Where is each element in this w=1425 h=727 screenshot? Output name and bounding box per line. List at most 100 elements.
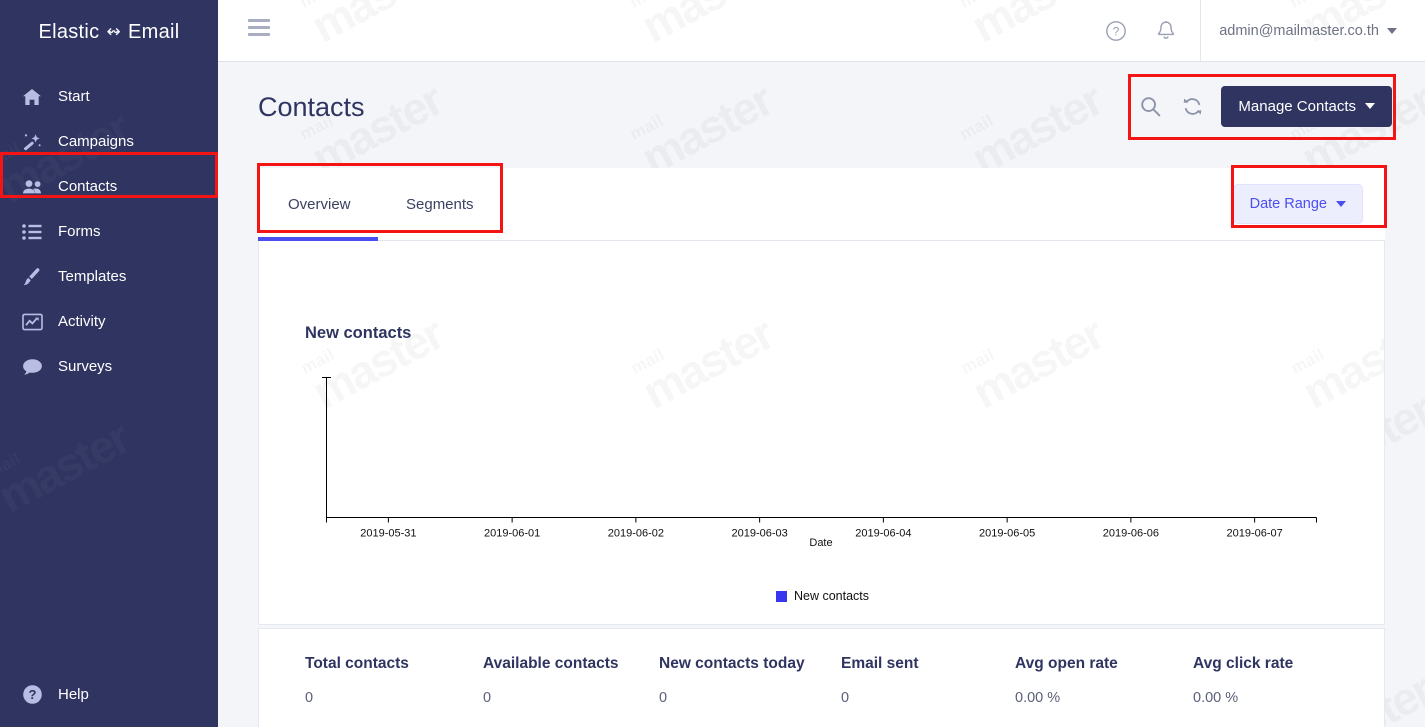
tab-label: Overview	[288, 195, 351, 213]
stat-value: 0	[305, 690, 314, 706]
stats-card: Total contacts 0 Available contacts 0 Ne…	[258, 628, 1385, 727]
speech-bubble-icon	[22, 356, 52, 378]
page-actions: Manage Contacts	[1129, 85, 1392, 127]
sidebar-item-label: Help	[58, 686, 89, 703]
watermark: mailmaster	[297, 0, 447, 48]
new-contacts-chart: 2019-05-31 2019-06-01 2019-06-02 2019-06-03…	[322, 377, 1317, 549]
sidebar-item-surveys[interactable]: Surveys	[0, 344, 218, 389]
stat-value: 0	[659, 690, 668, 706]
chevron-down-icon	[1365, 103, 1375, 109]
sidebar-item-label: Contacts	[58, 178, 118, 195]
chevron-down-icon	[1336, 201, 1346, 207]
date-range-button[interactable]: Date Range	[1232, 184, 1363, 224]
x-axis-tick-label: 2019-06-05	[979, 528, 1035, 540]
x-axis-tick-label: 2019-06-03	[731, 528, 787, 540]
page-content: mailmaster mailmaster mailmaster mailmas…	[218, 62, 1425, 727]
sidebar-item-label: Activity	[58, 313, 106, 330]
magic-wand-icon	[22, 131, 52, 153]
stat-available-contacts: Available contacts 0	[483, 629, 659, 706]
stat-total-contacts: Total contacts 0	[305, 629, 483, 706]
tab-list: Overview Segments	[258, 168, 1385, 240]
home-icon	[22, 86, 52, 108]
brand-word-2: Email	[128, 20, 180, 43]
topbar-divider	[1200, 0, 1202, 61]
tab-bar: Overview Segments Date Range	[258, 168, 1385, 241]
chart-legend: New contacts	[259, 589, 1384, 603]
watermark: mailmaster	[627, 63, 777, 180]
stat-label: Available contacts	[483, 655, 619, 672]
brush-icon	[22, 266, 52, 288]
sidebar-item-label: Forms	[58, 223, 101, 240]
x-axis-tick-label: 2019-06-06	[1103, 528, 1159, 540]
legend-label: New contacts	[793, 589, 870, 603]
tab-label: Segments	[406, 195, 474, 213]
stat-avg-click-rate: Avg click rate 0.00 %	[1193, 629, 1353, 706]
stat-label: New contacts today	[659, 655, 805, 672]
sidebar-item-templates[interactable]: Templates	[0, 254, 218, 299]
stat-value: 0.00 %	[1015, 690, 1061, 706]
user-email-label: admin@mailmaster.co.th	[1219, 23, 1379, 39]
legend-swatch	[775, 590, 787, 602]
chart-card: mailmaster mailmaster mailmaster mailmas…	[258, 241, 1385, 625]
tab-segments[interactable]: Segments	[406, 168, 474, 240]
people-icon	[22, 176, 52, 198]
sidebar-item-help[interactable]: ? Help	[0, 684, 218, 705]
stat-value: 0.00 %	[1193, 690, 1239, 706]
brand-word-1: Elastic	[38, 20, 100, 43]
refresh-icon[interactable]	[1171, 85, 1213, 127]
sidebar: mailmaster mailmaster Elastic ↭ Email St…	[0, 0, 218, 727]
stat-label: Avg click rate	[1193, 655, 1294, 672]
list-icon	[22, 221, 52, 243]
watermark: mailmaster	[957, 63, 1107, 180]
watermark: mailmaster	[627, 0, 777, 48]
user-menu[interactable]: admin@mailmaster.co.th	[1219, 23, 1425, 39]
sidebar-item-activity[interactable]: Activity	[0, 299, 218, 344]
sidebar-nav: Start Campaigns Contacts Forms Templates…	[0, 74, 218, 389]
chart-line-icon	[22, 311, 52, 333]
sidebar-item-label: Surveys	[58, 358, 113, 375]
topbar: mailmaster mailmaster mailmaster mailmas…	[218, 0, 1425, 62]
chevron-down-icon	[1387, 28, 1397, 34]
x-axis-tick-label: 2019-06-01	[484, 528, 540, 540]
page-title: Contacts	[258, 92, 365, 122]
question-circle-icon[interactable]: ?	[1096, 11, 1136, 51]
sidebar-item-label: Templates	[58, 268, 127, 285]
stat-label: Avg open rate	[1015, 655, 1118, 672]
manage-contacts-label: Manage Contacts	[1238, 97, 1356, 115]
x-axis-ticks	[387, 517, 1256, 523]
stat-label: Email sent	[841, 655, 919, 672]
stat-value: 0	[483, 690, 492, 706]
x-axis-tick-label: 2019-06-07	[1226, 528, 1282, 540]
bell-icon[interactable]	[1146, 11, 1186, 51]
stat-avg-open-rate: Avg open rate 0.00 %	[1015, 629, 1193, 706]
sidebar-item-label: Start	[58, 88, 90, 105]
x-axis-title: Date	[809, 537, 832, 549]
sidebar-item-contacts[interactable]: Contacts	[0, 164, 218, 209]
sidebar-item-campaigns[interactable]: Campaigns	[0, 119, 218, 164]
stat-label: Total contacts	[305, 655, 409, 672]
brand-logo: Elastic ↭ Email	[0, 0, 218, 64]
link-glyph-icon: ↭	[106, 22, 122, 41]
stat-value: 0	[841, 690, 850, 706]
manage-contacts-button[interactable]: Manage Contacts	[1221, 85, 1392, 127]
x-axis-tick-label: 2019-06-02	[608, 528, 664, 540]
sidebar-item-label: Campaigns	[58, 133, 134, 150]
question-circle-icon: ?	[22, 684, 52, 705]
date-range-wrap: Date Range	[1232, 184, 1363, 224]
app-root: mailmaster mailmaster Elastic ↭ Email St…	[0, 0, 1425, 727]
svg-text:?: ?	[1113, 25, 1120, 39]
stat-new-contacts-today: New contacts today 0	[659, 629, 841, 706]
sidebar-item-start[interactable]: Start	[0, 74, 218, 119]
stat-email-sent: Email sent 0	[841, 629, 1015, 706]
topbar-right-group: ? admin@mailmaster.co.th	[1096, 0, 1425, 61]
svg-text:?: ?	[29, 687, 37, 702]
x-axis-tick-label: 2019-06-04	[855, 528, 911, 540]
sidebar-item-forms[interactable]: Forms	[0, 209, 218, 254]
search-icon[interactable]	[1129, 85, 1171, 127]
hamburger-icon[interactable]	[248, 19, 270, 36]
watermark: mailmaster	[957, 0, 1107, 48]
date-range-label: Date Range	[1249, 196, 1327, 212]
x-axis-tick-label: 2019-05-31	[360, 528, 416, 540]
tab-overview[interactable]: Overview	[288, 168, 378, 240]
watermark: mailmaster	[0, 401, 135, 518]
